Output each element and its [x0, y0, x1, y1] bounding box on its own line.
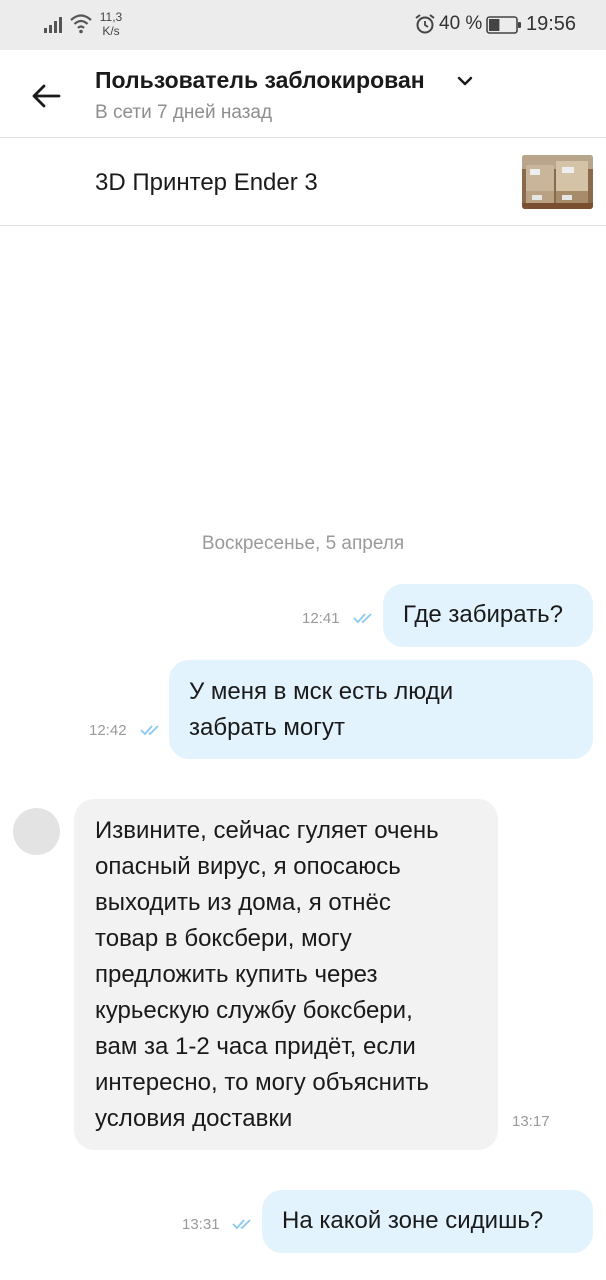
- battery-icon: [486, 16, 521, 34]
- message-time: 13:17: [512, 1113, 550, 1130]
- listing-title[interactable]: 3D Принтер Ender 3: [95, 169, 318, 197]
- read-ticks-icon: [232, 1219, 251, 1230]
- status-time: 19:56: [526, 13, 577, 35]
- message-time: 12:42: [89, 722, 127, 739]
- message-bubble-incoming[interactable]: Извините, сейчас гуляет очень опасный ви…: [74, 799, 498, 1150]
- wifi-icon: [70, 14, 92, 34]
- alarm-icon: [415, 14, 435, 34]
- message-time: 13:31: [182, 1216, 220, 1233]
- network-speed-unit: K/s: [102, 24, 120, 38]
- message-text-line: выходить из дома, я отнёс: [95, 889, 391, 916]
- avatar[interactable]: [13, 808, 60, 855]
- message-text-line: интересно, то могу объяснить: [95, 1069, 429, 1096]
- battery-percent: 40 %: [439, 13, 483, 34]
- message-text-line: вам за 1-2 часа придёт, если: [95, 1033, 416, 1060]
- chat-header: Пользователь заблокирован В сети 7 дней …: [0, 50, 606, 138]
- date-separator: Воскресенье, 5 апреля: [201, 533, 405, 554]
- message-text-line: Извините, сейчас гуляет очень: [95, 817, 439, 844]
- listing-thumbnail[interactable]: [522, 155, 593, 209]
- signal-icon: [44, 17, 62, 33]
- message-text-line: предложить купить через: [95, 961, 378, 988]
- message-text: На какой зоне сидишь?: [282, 1207, 544, 1234]
- message-bubble-outgoing[interactable]: У меня в мск есть люди забрать могут: [169, 660, 593, 759]
- message-bubble-outgoing[interactable]: Где забирать?: [383, 584, 593, 647]
- back-button[interactable]: [22, 72, 70, 120]
- message-text-line: курьескую службу боксбери,: [95, 997, 413, 1024]
- message-text-line: забрать могут: [189, 714, 346, 741]
- read-ticks-icon: [353, 613, 372, 624]
- status-bar: 11,3 K/s 40 % 19:56: [0, 0, 606, 50]
- message-time: 12:41: [302, 610, 340, 627]
- message-text-line: товар в боксбери, могу: [95, 925, 352, 952]
- listing-bar[interactable]: 3D Принтер Ender 3: [0, 138, 606, 226]
- message-text-line: опасный вирус, я опосаюсь: [95, 853, 401, 880]
- read-ticks-icon: [140, 725, 159, 736]
- message-bubble-outgoing[interactable]: На какой зоне сидишь?: [262, 1190, 593, 1253]
- network-speed: 11,3 K/s: [97, 10, 125, 38]
- chevron-down-icon[interactable]: [456, 74, 474, 88]
- last-seen-status: В сети 7 дней назад: [95, 102, 273, 123]
- chat-title[interactable]: Пользователь заблокирован: [95, 67, 425, 94]
- network-speed-value: 11,3: [99, 10, 123, 24]
- message-text-line: условия доставки: [95, 1105, 293, 1132]
- message-text-line: У меня в мск есть люди: [189, 678, 454, 705]
- back-arrow-icon: [32, 84, 61, 108]
- message-text: Где забирать?: [403, 601, 563, 628]
